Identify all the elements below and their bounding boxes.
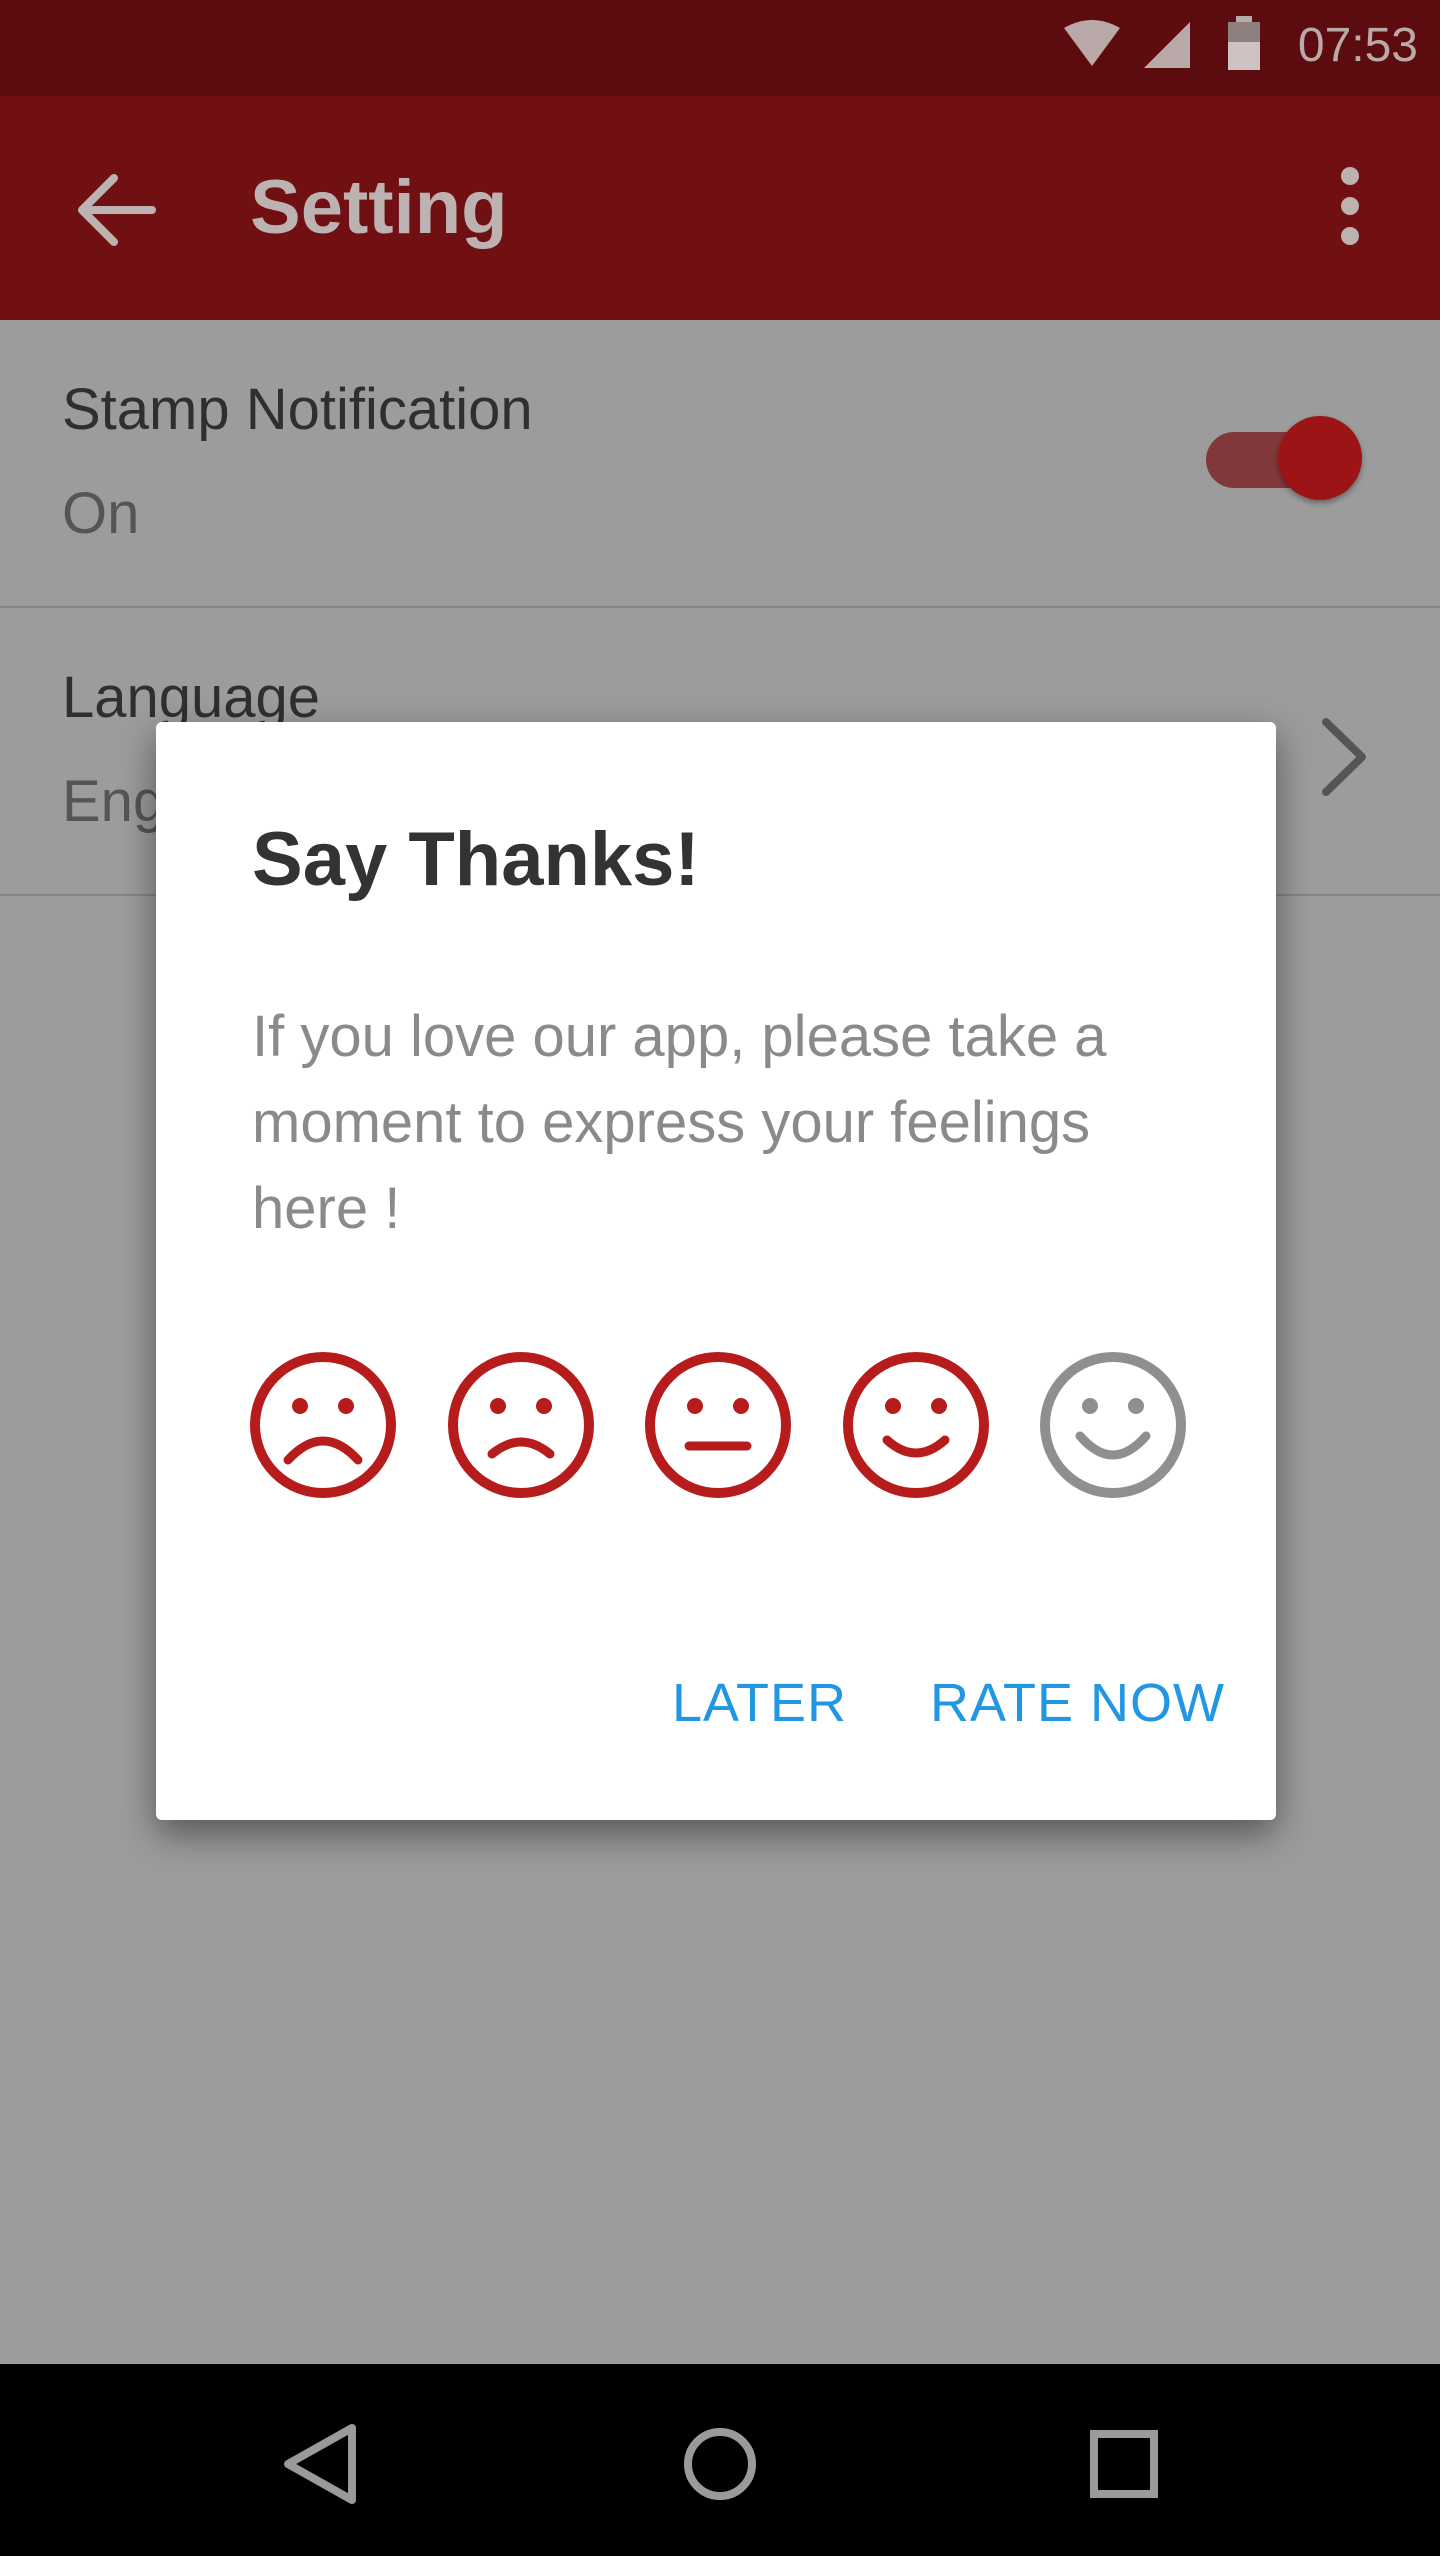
page-title: Setting xyxy=(250,165,508,250)
happy-face-icon[interactable] xyxy=(841,1350,991,1500)
battery-icon xyxy=(1228,16,1260,70)
neutral-face-icon[interactable] xyxy=(643,1350,793,1500)
recents-square-icon[interactable] xyxy=(1064,2404,1184,2524)
rating-dialog: Say Thanks! If you love our app, please … xyxy=(156,722,1276,1820)
status-bar: 07:53 xyxy=(0,0,1440,96)
very-happy-face-icon[interactable] xyxy=(1038,1350,1188,1500)
sad-face-icon[interactable] xyxy=(446,1350,596,1500)
setting-stamp-notification[interactable]: Stamp Notification On xyxy=(0,320,1440,606)
stamp-notification-value: On xyxy=(62,481,140,546)
dialog-message: If you love our app, please take a momen… xyxy=(252,1004,1107,1241)
language-label: Language xyxy=(62,665,321,730)
wifi-icon xyxy=(1064,20,1120,66)
language-value: Eng xyxy=(62,769,166,834)
rate-now-button[interactable]: RATE NOW xyxy=(930,1672,1225,1734)
home-circle-icon[interactable] xyxy=(660,2404,780,2524)
status-time: 07:53 xyxy=(1297,19,1418,72)
more-vert-icon[interactable] xyxy=(1310,156,1390,256)
app-bar: Setting xyxy=(0,96,1440,320)
stamp-notification-label: Stamp Notification xyxy=(62,377,533,442)
nav-bar xyxy=(0,2364,1440,2556)
chevron-right-icon[interactable] xyxy=(1316,712,1376,802)
signal-icon xyxy=(1144,22,1190,68)
arrow-back-icon[interactable] xyxy=(70,162,166,258)
dialog-title: Say Thanks! xyxy=(252,817,700,902)
later-button[interactable]: LATER xyxy=(672,1672,847,1734)
very-sad-face-icon[interactable] xyxy=(248,1350,398,1500)
back-triangle-icon[interactable] xyxy=(260,2404,380,2524)
toggle-thumb xyxy=(1278,416,1362,500)
